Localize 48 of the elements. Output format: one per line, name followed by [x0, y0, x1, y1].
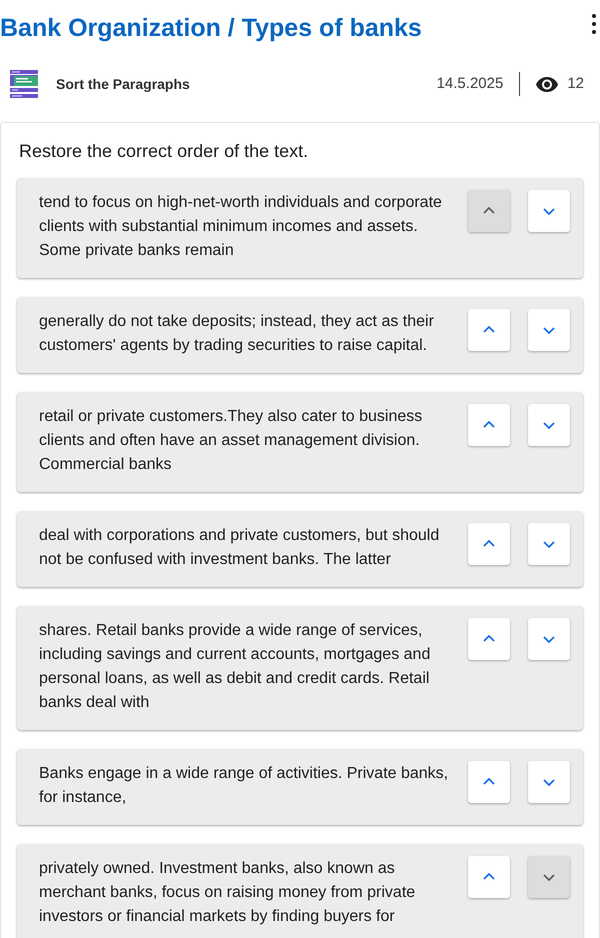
move-up-button[interactable]	[468, 523, 510, 565]
chevron-down-icon	[543, 326, 555, 334]
paragraph-card[interactable]: tend to focus on high-net-worth individuals and corporate clients with substantial minimum incomes and assets. Some private banks remain	[17, 178, 583, 278]
chevron-up-icon	[483, 540, 495, 548]
paragraph-text: deal with corporations and private customers, but should not be confused with investment banks. The latter	[39, 526, 440, 570]
move-down-button[interactable]	[528, 190, 570, 232]
move-down-button[interactable]	[528, 523, 570, 565]
move-up-button[interactable]	[468, 404, 510, 446]
chevron-up-icon	[483, 326, 495, 334]
move-down-button[interactable]	[528, 618, 570, 660]
paragraph-text: Banks engage in a wide range of activities. Private banks, for instance,	[39, 764, 450, 808]
chevron-up-icon	[483, 207, 495, 215]
view-count: 12	[567, 74, 584, 94]
paragraph-card[interactable]: privately owned. Investment banks, also known as merchant banks, focus on raising money from private investors or financial markets by finding buyers for	[17, 844, 583, 938]
chevron-up-icon	[483, 873, 495, 881]
paragraph-stack-icon	[10, 70, 38, 98]
chevron-down-icon	[543, 207, 555, 215]
paragraph-text: generally do not take deposits; instead, they act as their customers' agents by trading securities to raise capital.	[39, 312, 435, 356]
move-up-button[interactable]	[468, 309, 510, 351]
move-down-button[interactable]	[528, 404, 570, 446]
paragraph-card[interactable]: shares. Retail banks provide a wide range of services, including savings and current accounts, mortgages and personal loans, as well as debit and credit cards. Retail banks deal with	[17, 606, 583, 730]
more-menu-icon[interactable]	[590, 13, 598, 35]
chevron-down-icon	[543, 778, 555, 786]
chevron-up-icon	[483, 635, 495, 643]
chevron-down-icon	[543, 873, 555, 881]
move-up-button[interactable]	[468, 856, 510, 898]
move-up-button[interactable]	[468, 761, 510, 803]
eye-icon	[536, 76, 558, 92]
move-up-button[interactable]	[468, 618, 510, 660]
page-title: Bank Organization / Types of banks	[0, 13, 422, 44]
paragraph-card[interactable]: retail or private customers.They also cater to business clients and often have an asset management division. Commercial banks	[17, 392, 583, 492]
move-down-button[interactable]	[528, 309, 570, 351]
paragraph-text: tend to focus on high-net-worth individuals and corporate clients with substantial minimum incomes and assets. Some private banks remain	[39, 193, 443, 261]
publish-date: 14.5.2025	[436, 74, 504, 94]
chevron-down-icon	[543, 540, 555, 548]
chevron-up-icon	[483, 778, 495, 786]
paragraph-card[interactable]: Banks engage in a wide range of activities. Private banks, for instance,	[17, 749, 583, 825]
paragraph-text: retail or private customers.They also cater to business clients and often have an asset management division. Commercial banks	[39, 407, 424, 475]
paragraph-text: privately owned. Investment banks, also known as merchant banks, focus on raising money from private investors or financial markets by finding buyers for	[39, 859, 416, 927]
chevron-up-icon	[483, 421, 495, 429]
paragraph-card[interactable]: generally do not take deposits; instead, they act as their customers' agents by trading securities to raise capital.	[17, 297, 583, 373]
task-instruction: Restore the correct order of the text.	[18, 140, 310, 163]
paragraph-card[interactable]: deal with corporations and private customers, but should not be confused with investment banks. The latter	[17, 511, 583, 587]
chevron-down-icon	[543, 421, 555, 429]
paragraph-text: shares. Retail banks provide a wide range of services, including savings and current accounts, mortgages and personal loans, as well as debit and credit cards. Retail banks deal with	[39, 621, 432, 713]
activity-type: Sort the Paragraphs	[56, 74, 190, 94]
chevron-down-icon	[543, 635, 555, 643]
move-down-button[interactable]	[528, 761, 570, 803]
